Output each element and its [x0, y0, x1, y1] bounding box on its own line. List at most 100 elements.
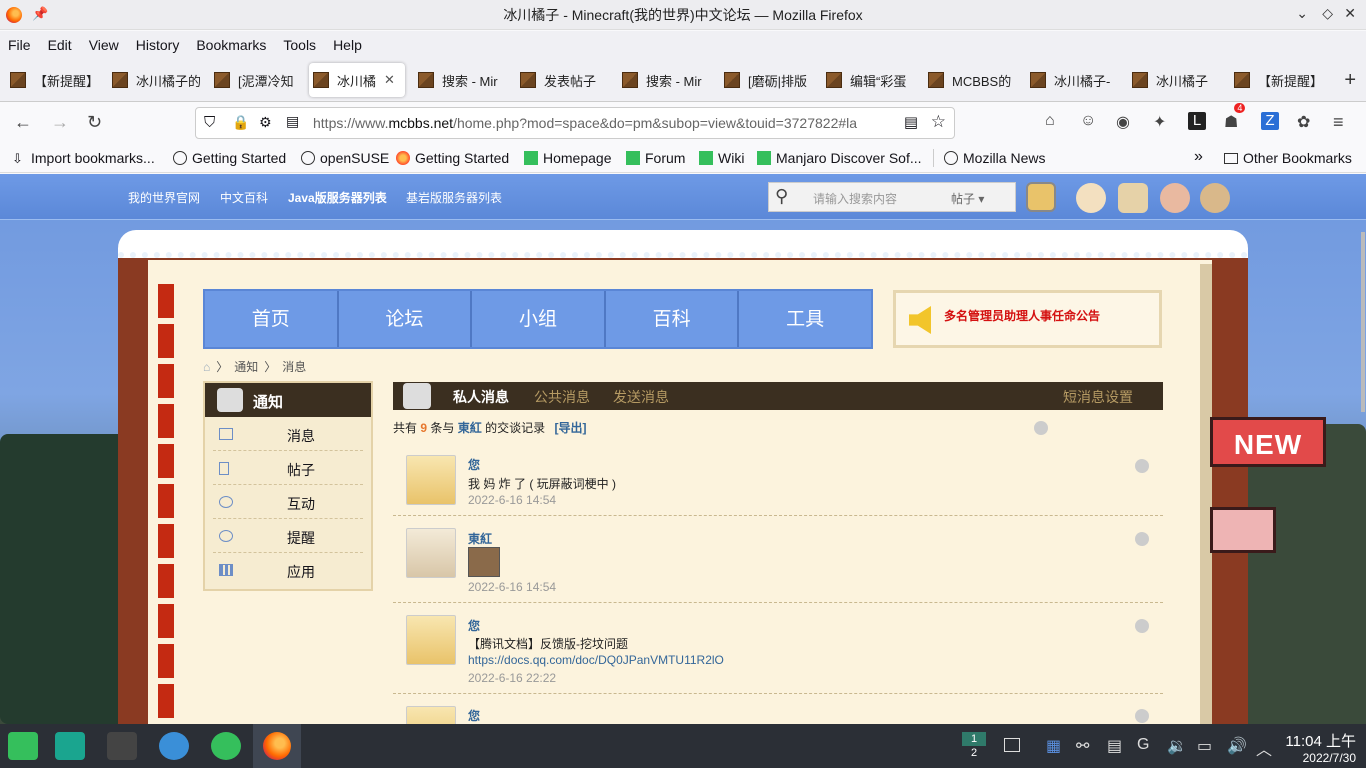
bookmark-item[interactable]: openSUSE: [301, 150, 389, 166]
notes-icon[interactable]: ▤: [1107, 736, 1122, 756]
user-icon[interactable]: [1160, 183, 1190, 213]
message-icon[interactable]: [1076, 183, 1106, 213]
avatar[interactable]: [406, 706, 456, 724]
hamburger-menu-icon[interactable]: ≡: [1333, 112, 1344, 133]
tab[interactable]: [磨砺|排版: [720, 63, 812, 97]
reader-view-icon[interactable]: ▤: [904, 113, 918, 131]
tab-private-messages[interactable]: 私人消息: [453, 387, 509, 407]
search-scope-select[interactable]: 帖子 ▾: [951, 190, 984, 207]
bookmark-item[interactable]: Mozilla News: [944, 150, 1045, 166]
permissions-icon[interactable]: ⚙: [259, 114, 272, 131]
volume-icon[interactable]: 🔉: [1167, 736, 1187, 756]
app-menu-icon[interactable]: [8, 732, 38, 760]
chevron-up-icon[interactable]: ︿: [1256, 736, 1272, 760]
message-link[interactable]: https://docs.qq.com/doc/DQ0JPanVMTU11R2l…: [468, 653, 724, 667]
dropdown-icon[interactable]: [1135, 619, 1149, 633]
extension-icon[interactable]: Z: [1261, 112, 1279, 130]
pocket-icon[interactable]: ⌂: [1045, 112, 1055, 130]
tab[interactable]: 冰川橘子的: [108, 63, 200, 97]
speaker-icon[interactable]: 🔊: [1227, 736, 1247, 756]
new-badge[interactable]: NEW: [1210, 417, 1326, 467]
bookmark-item[interactable]: Wiki: [699, 150, 744, 166]
announcement-link[interactable]: 多名管理员助理人事任命公告: [944, 307, 1100, 324]
tab[interactable]: 冰川橘子-: [1026, 63, 1118, 97]
url-text[interactable]: https://www.mcbbs.net/home.php?mod=space…: [313, 115, 898, 131]
network-icon[interactable]: ⚯: [1076, 736, 1089, 756]
avatar[interactable]: [406, 455, 456, 505]
download-icon[interactable]: [211, 732, 241, 760]
display-icon[interactable]: ▭: [1197, 736, 1212, 756]
nav-tools[interactable]: 工具: [739, 291, 871, 347]
sidebar-item-messages[interactable]: 消息: [213, 417, 363, 451]
bookmark-import[interactable]: ⇩ Import bookmarks...: [12, 150, 155, 166]
profile-icon[interactable]: ☺: [1080, 112, 1096, 130]
maximize-icon[interactable]: ◇: [1322, 5, 1333, 22]
message-author[interactable]: 您: [468, 456, 480, 473]
menu-edit[interactable]: Edit: [48, 37, 72, 53]
sidebar-item-interactions[interactable]: 互动: [213, 485, 363, 519]
clock[interactable]: 11:04 上午 2022/7/30: [1285, 730, 1356, 765]
nav-wiki[interactable]: 百科: [606, 291, 740, 347]
menu-view[interactable]: View: [89, 37, 119, 53]
user-avatar[interactable]: [1026, 182, 1056, 212]
tab[interactable]: MCBBS的: [924, 63, 1016, 97]
sidebar-item-apps[interactable]: 应用: [213, 553, 363, 587]
menu-tools[interactable]: Tools: [283, 37, 316, 53]
new-tab-button[interactable]: +: [1344, 69, 1356, 92]
shield-icon[interactable]: ⛉: [204, 114, 215, 131]
dropdown-icon[interactable]: [1135, 532, 1149, 546]
back-button[interactable]: ←: [14, 112, 32, 133]
avatar[interactable]: [406, 528, 456, 578]
show-desktop-icon[interactable]: [1004, 738, 1020, 752]
bookmark-item[interactable]: Manjaro Discover Sof...: [757, 150, 922, 166]
clipboard-icon[interactable]: ▦: [1046, 736, 1061, 756]
tab[interactable]: 发表帖子: [516, 63, 608, 97]
bookmark-item[interactable]: Getting Started: [396, 150, 509, 166]
cookie-icon[interactable]: [1200, 183, 1230, 213]
extension-icon[interactable]: ◉: [1116, 112, 1130, 132]
export-link[interactable]: [导出]: [554, 421, 586, 435]
url-bar[interactable]: ⛉ 🔒 ⚙ ▤ https://www.mcbbs.net/home.php?m…: [195, 107, 955, 139]
terminal-icon[interactable]: [107, 732, 137, 760]
settings-icon[interactable]: [159, 732, 189, 760]
message-author[interactable]: 您: [468, 707, 480, 724]
search-input[interactable]: 请输入搜索内容: [813, 190, 897, 207]
sidebar-item-reminders[interactable]: 提醒: [213, 519, 363, 553]
tab[interactable]: 搜索 - Mir: [414, 63, 506, 97]
breadcrumb-item[interactable]: 消息: [282, 360, 306, 374]
tab-public-messages[interactable]: 公共消息: [534, 387, 590, 407]
tab[interactable]: [泥潭冷知: [210, 63, 302, 97]
reader-icon[interactable]: ▤: [286, 113, 299, 130]
scrollbar[interactable]: [1361, 232, 1365, 412]
conversation-user[interactable]: 東紅: [458, 421, 482, 435]
tab[interactable]: 【新提醒】: [1230, 63, 1322, 97]
toplink[interactable]: Java版服务器列表: [288, 189, 387, 206]
tab[interactable]: 冰川橘子: [1128, 63, 1220, 97]
virtual-desktop-pager[interactable]: 12: [962, 732, 986, 760]
nav-home[interactable]: 首页: [205, 291, 339, 347]
message-settings-link[interactable]: 短消息设置: [1063, 387, 1133, 407]
g-icon[interactable]: G: [1137, 736, 1149, 754]
chevron-right-icon[interactable]: »: [1194, 148, 1203, 166]
bookmark-item[interactable]: Forum: [626, 150, 685, 166]
search-icon[interactable]: ⚲: [775, 186, 788, 207]
tab[interactable]: 编辑“彩蛋: [822, 63, 914, 97]
firefox-task-icon[interactable]: [253, 724, 301, 768]
sidebar-item-posts[interactable]: 帖子: [213, 451, 363, 485]
bookmark-star-icon[interactable]: ☆: [931, 112, 946, 132]
bookmark-item[interactable]: Homepage: [524, 150, 612, 166]
side-flag-icon[interactable]: [1210, 507, 1276, 553]
nav-groups[interactable]: 小组: [472, 291, 606, 347]
collapse-icon[interactable]: [1034, 421, 1048, 435]
close-icon[interactable]: ✕: [1344, 5, 1356, 22]
extension-icon[interactable]: ✿: [1297, 112, 1310, 132]
bookmark-item[interactable]: Getting Started: [173, 150, 286, 166]
nav-forum[interactable]: 论坛: [339, 291, 473, 347]
lock-icon[interactable]: 🔒: [232, 114, 249, 131]
toplink[interactable]: 我的世界官网: [128, 189, 200, 206]
tab[interactable]: 【新提醒】: [6, 63, 98, 97]
tab-active[interactable]: 冰川橘 ✕: [309, 63, 405, 97]
avatar[interactable]: [406, 615, 456, 665]
tab[interactable]: 搜索 - Mir: [618, 63, 710, 97]
extension-icon[interactable]: L: [1188, 112, 1206, 130]
